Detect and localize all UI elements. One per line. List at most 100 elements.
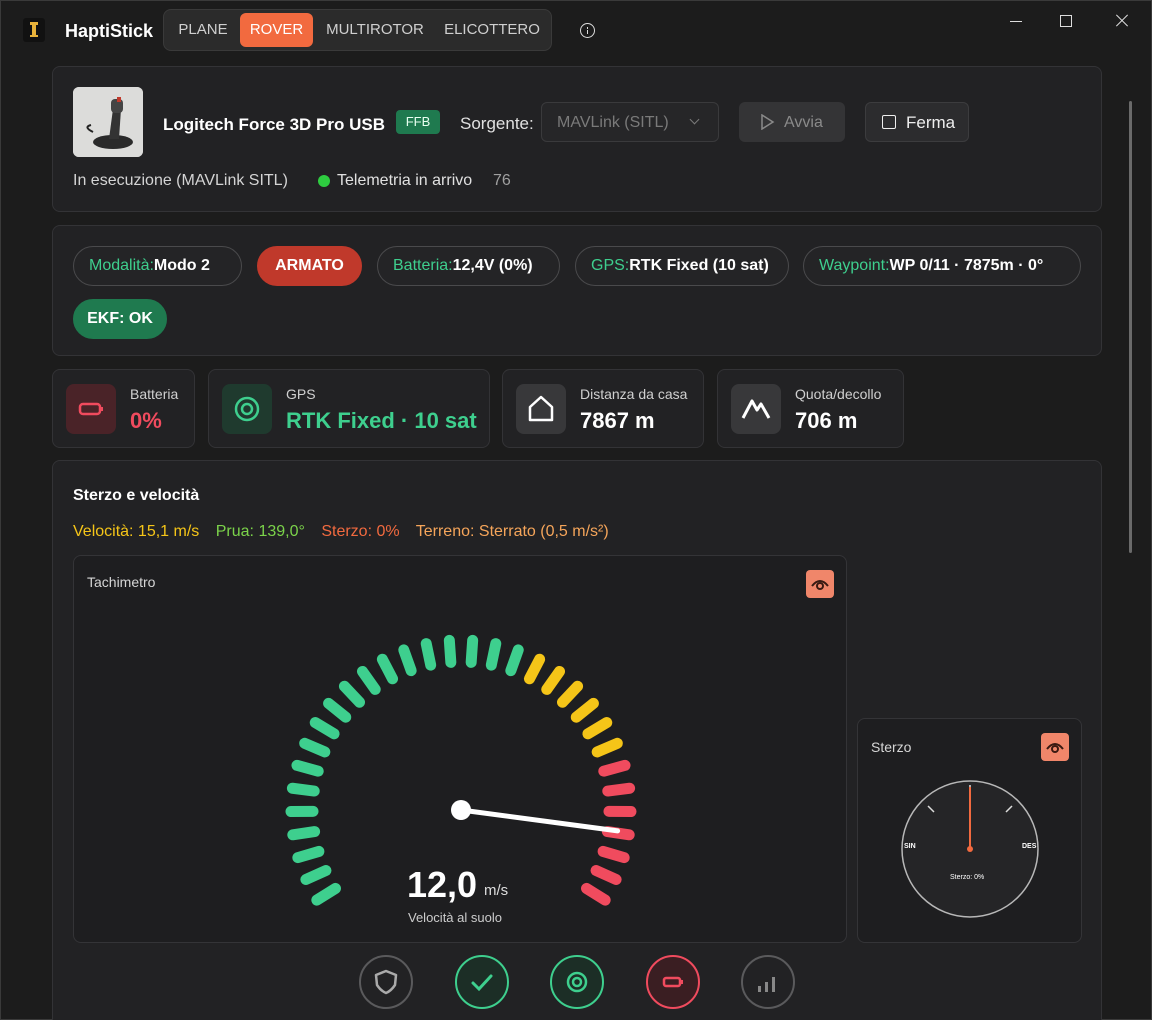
speed-tick <box>286 782 320 797</box>
speed-tick <box>523 653 546 685</box>
heading-readout: Prua: 139,0° <box>215 523 305 540</box>
speed-tick <box>465 634 479 668</box>
close-button[interactable] <box>1110 11 1134 31</box>
armed-badge: ARMATO <box>257 246 362 286</box>
speed-tick <box>598 759 631 777</box>
speed-tick <box>311 882 341 906</box>
terrain-readout: Terreno: Sterrato (0,5 m/s²) <box>415 523 609 540</box>
tab-rover[interactable]: ROVER <box>240 13 313 47</box>
stop-button-label: Ferma <box>906 113 956 132</box>
home-distance-label: Distanza da casa <box>580 386 688 402</box>
speed-tick <box>485 638 502 671</box>
gps-button[interactable] <box>550 955 604 1009</box>
speed-tick <box>309 717 340 740</box>
gps-tile: GPS RTK Fixed · 10 sat <box>208 369 490 448</box>
scrollbar[interactable] <box>1129 101 1132 553</box>
speed-tick <box>287 826 321 841</box>
signal-bars-icon <box>758 977 775 992</box>
waypoint-pill-key: Waypoint: <box>819 257 890 274</box>
battery-icon <box>662 976 683 988</box>
gps-icon <box>566 971 588 993</box>
status-card: Modalità:Modo 2 ARMATO Batteria:12,4V (0… <box>52 225 1102 356</box>
speed-value: 12,0 <box>407 864 478 905</box>
source-select[interactable]: MAVLink (SITL) <box>541 102 719 142</box>
altitude-label: Quota/decollo <box>795 386 882 402</box>
speed-tick <box>376 653 399 685</box>
speed-tick <box>299 737 331 758</box>
speed-tick <box>443 634 457 668</box>
battery-pill-key: Batteria: <box>393 257 453 274</box>
waypoint-pill-value: WP 0/11 · 7875m · 0° <box>889 257 1044 274</box>
play-icon <box>761 114 775 130</box>
signal-button[interactable] <box>741 955 795 1009</box>
gps-icon <box>222 384 272 434</box>
waypoint-pill: Waypoint:WP 0/11 · 7875m · 0° <box>803 246 1081 286</box>
gps-pill-value: RTK Fixed (10 sat) <box>629 257 769 274</box>
speed-tick <box>597 845 630 864</box>
info-icon[interactable] <box>580 23 595 38</box>
tab-elicottero[interactable]: ELICOTTERO <box>438 13 546 47</box>
device-name: Logitech Force 3D Pro USB <box>163 115 385 134</box>
run-status: In esecuzione (MAVLink SITL) <box>73 172 288 189</box>
speed-tick <box>398 644 417 677</box>
steering-panel: Sterzo SIN DES Sterzo: 0% <box>857 718 1082 943</box>
maximize-button[interactable] <box>1054 11 1078 31</box>
ekf-badge: EKF: OK <box>73 299 167 339</box>
steer-readout: Sterzo: 0% <box>321 523 400 540</box>
speed-tick <box>291 759 324 777</box>
speed-caption: Velocità al suolo <box>408 910 502 925</box>
speed-tick <box>420 638 437 671</box>
steer-right-label: DES <box>1022 843 1037 850</box>
speed-tick <box>556 680 584 708</box>
speed-tick <box>590 865 622 885</box>
app-title: HaptiStick <box>65 21 154 41</box>
battery-tile-label: Batteria <box>130 386 179 402</box>
shield-button[interactable] <box>359 955 413 1009</box>
battery-tile-value: 0% <box>130 408 162 433</box>
battery-button[interactable] <box>646 955 700 1009</box>
telemetry-label: Telemetria in arrivo <box>337 172 473 189</box>
telemetry-status-dot <box>318 175 330 187</box>
device-card: Logitech Force 3D Pro USB FFB Sorgente: … <box>52 66 1102 212</box>
speed-unit: m/s <box>484 882 509 899</box>
mode-pill: Modalità:Modo 2 <box>73 246 242 286</box>
speed-tick <box>292 845 325 864</box>
app-logo-icon <box>23 18 45 42</box>
altitude-value: 706 m <box>795 408 858 433</box>
check-button[interactable] <box>455 955 509 1009</box>
gps-tile-label: GPS <box>286 386 316 402</box>
tab-plane[interactable]: PLANE <box>169 13 237 47</box>
mode-tabs: PLANE ROVER MULTIROTOR ELICOTTERO <box>163 9 552 51</box>
gps-pill-key: GPS: <box>591 257 630 274</box>
shield-icon <box>374 969 398 995</box>
speed-tick <box>602 782 636 797</box>
battery-icon <box>66 384 116 434</box>
source-label: Sorgente: <box>460 114 534 133</box>
home-distance-value: 7867 m <box>580 408 655 433</box>
gps-pill: GPS:RTK Fixed (10 sat) <box>575 246 789 286</box>
altitude-tile: Quota/decollo 706 m <box>717 369 904 448</box>
ffb-badge: FFB <box>396 110 440 134</box>
gps-tile-value: RTK Fixed · 10 sat <box>286 408 477 433</box>
speed-readout: Velocità: 15,1 m/s <box>73 523 200 540</box>
tab-multirotor[interactable]: MULTIROTOR <box>320 13 430 47</box>
mountain-icon <box>731 384 781 434</box>
stop-icon <box>882 115 896 129</box>
home-distance-tile: Distanza da casa 7867 m <box>502 369 704 448</box>
drive-readouts: Velocità: 15,1 m/s Prua: 139,0° Sterzo: … <box>73 523 621 541</box>
start-button[interactable]: Avvia <box>739 102 845 142</box>
speed-tick <box>581 882 611 906</box>
mode-pill-key: Modalità: <box>89 257 154 274</box>
minimize-button[interactable] <box>1004 11 1028 31</box>
title-bar: HaptiStick PLANE ROVER MULTIROTOR ELICOT… <box>1 1 1152 61</box>
speed-tick <box>570 697 599 723</box>
speed-tick <box>300 865 332 885</box>
battery-pill: Batteria:12,4V (0%) <box>377 246 560 286</box>
app-window: HaptiStick PLANE ROVER MULTIROTOR ELICOT… <box>0 0 1152 1020</box>
check-icon <box>471 974 493 992</box>
section-title: Sterzo e velocità <box>73 487 200 504</box>
speed-tick <box>582 717 613 740</box>
stop-button[interactable]: Ferma <box>865 102 969 142</box>
mode-pill-value: Modo 2 <box>153 257 210 274</box>
steer-left-label: SIN <box>904 843 916 850</box>
